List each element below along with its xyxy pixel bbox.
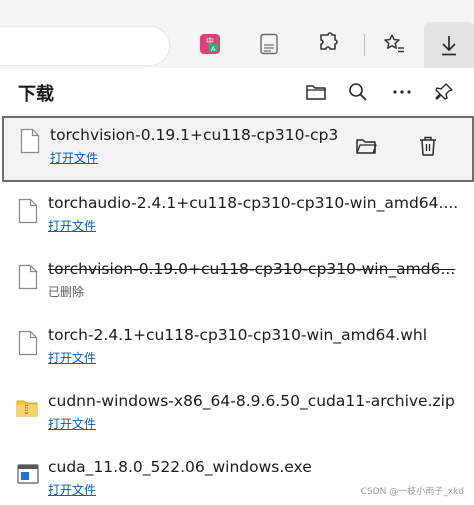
download-item[interactable]: torchvision-0.19.1+cu118-cp310-cp3 打开文件 xyxy=(2,116,474,182)
open-folder-icon[interactable] xyxy=(300,76,332,108)
pin-icon[interactable] xyxy=(428,76,460,108)
file-name: torchvision-0.19.1+cu118-cp310-cp3 xyxy=(50,126,339,144)
extensions-icon[interactable] xyxy=(308,24,348,64)
watermark: CSDN @一枝小雨子_xkd xyxy=(360,487,464,497)
file-icon xyxy=(20,128,40,154)
file-name: torchvision-0.19.0+cu118-cp310-cp310-win… xyxy=(48,260,456,278)
download-item[interactable]: torchvision-0.19.0+cu118-cp310-cp310-win… xyxy=(0,252,474,314)
file-name: cudnn-windows-x86_64-8.9.6.50_cuda11-arc… xyxy=(48,392,455,410)
deleted-status: 已删除 xyxy=(48,285,85,299)
open-file-link[interactable]: 打开文件 xyxy=(48,415,96,432)
delete-icon[interactable] xyxy=(412,130,444,162)
search-icon[interactable] xyxy=(342,76,374,108)
reading-view-icon[interactable] xyxy=(249,24,289,64)
exe-icon xyxy=(17,464,39,484)
svg-text:A: A xyxy=(211,45,216,53)
file-icon xyxy=(18,330,38,356)
file-name: torchaudio-2.4.1+cu118-cp310-cp310-win_a… xyxy=(48,194,458,212)
open-file-link[interactable]: 打开文件 xyxy=(48,349,96,366)
downloads-icon[interactable] xyxy=(424,22,474,68)
zip-folder-icon xyxy=(16,400,38,417)
browser-toolbar: 中 A xyxy=(0,0,474,68)
more-icon[interactable] xyxy=(386,76,418,108)
toolbar-separator xyxy=(364,34,365,56)
file-name: torch-2.4.1+cu118-cp310-cp310-win_amd64.… xyxy=(48,326,428,344)
open-file-link[interactable]: 打开文件 xyxy=(48,481,96,498)
panel-title: 下载 xyxy=(18,84,54,105)
open-file-link[interactable]: 打开文件 xyxy=(50,149,98,166)
download-item[interactable]: torchaudio-2.4.1+cu118-cp310-cp310-win_a… xyxy=(0,186,474,248)
download-item[interactable]: cudnn-windows-x86_64-8.9.6.50_cuda11-arc… xyxy=(0,384,474,446)
show-in-folder-icon[interactable] xyxy=(350,130,382,162)
downloads-panel: 下载 torchvision-0.19.1+cu118-cp310-cp3 打开… xyxy=(0,68,474,505)
translate-icon[interactable]: 中 A xyxy=(190,24,230,64)
favorites-icon[interactable] xyxy=(374,24,414,64)
address-bar[interactable] xyxy=(0,26,170,66)
file-name: cuda_11.8.0_522.06_windows.exe xyxy=(48,458,312,476)
open-file-link[interactable]: 打开文件 xyxy=(48,217,96,234)
file-icon xyxy=(18,264,38,290)
download-item[interactable]: torch-2.4.1+cu118-cp310-cp310-win_amd64.… xyxy=(0,318,474,380)
file-icon xyxy=(18,198,38,224)
